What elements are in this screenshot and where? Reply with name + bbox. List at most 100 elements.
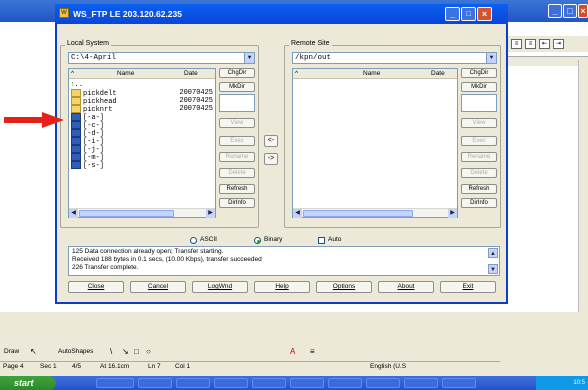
draw-menu[interactable]: Draw (4, 348, 19, 355)
chevron-down-icon[interactable]: ▼ (244, 53, 254, 63)
list-item[interactable]: [-i-] (71, 137, 215, 146)
rename-button[interactable]: Rename (219, 152, 255, 162)
local-file-list[interactable]: ^ Name Date ↑.. pickdelt 20070425 pickhead 2… (68, 68, 216, 218)
scroll-right-icon[interactable]: ▶ (448, 209, 457, 218)
scroll-left-icon[interactable]: ◀ (69, 209, 78, 218)
line-icon[interactable]: \ (110, 347, 112, 356)
taskbar-item[interactable] (290, 378, 324, 388)
local-path-combo[interactable]: C:\4-April ▼ (68, 52, 255, 64)
remote-file-list[interactable]: ^ Name Date ↑..PICKDETL0704251550.c20070… (292, 68, 458, 218)
taskbar-item[interactable] (96, 378, 134, 388)
column-name[interactable]: Name (117, 69, 134, 79)
close-button[interactable]: × (477, 7, 492, 21)
dirinfo-button[interactable]: DirInfo (219, 198, 255, 208)
transfer-to-local-button[interactable]: <- (264, 135, 278, 147)
chevron-down-icon[interactable]: ▼ (488, 264, 498, 274)
refresh-button[interactable]: Refresh (461, 184, 497, 194)
chgdir-button[interactable]: ChgDir (461, 68, 497, 78)
list-item[interactable]: [-c-] (71, 121, 215, 130)
binary-radio[interactable] (254, 237, 261, 244)
filter-input[interactable] (461, 94, 497, 112)
log-line: Received 188 bytes in 0.1 secs, (10.00 K… (72, 256, 262, 263)
chevron-up-icon[interactable]: ▲ (488, 248, 498, 258)
background-vertical-scrollbar[interactable] (578, 60, 588, 328)
start-button[interactable]: start (0, 376, 56, 390)
taskbar-item[interactable] (214, 378, 248, 388)
arrow-tool-icon[interactable]: ↘ (122, 347, 129, 356)
delete-button[interactable]: Delete (461, 168, 497, 178)
view-button[interactable]: View (219, 118, 255, 128)
ascii-radio[interactable] (190, 237, 197, 244)
list-item[interactable]: [-d-] (71, 129, 215, 138)
list-item[interactable]: pickhead 20070425 (71, 97, 215, 106)
ascii-label: ASCII (200, 236, 217, 243)
column-date[interactable]: Date (431, 69, 445, 79)
help-button[interactable]: Help (254, 281, 310, 293)
chevron-down-icon[interactable]: ▼ (486, 53, 496, 63)
view-button[interactable]: View (461, 118, 497, 128)
auto-checkbox[interactable] (318, 237, 325, 244)
taskbar-item[interactable] (404, 378, 438, 388)
list-item[interactable]: [-j-] (71, 145, 215, 154)
cancel-button[interactable]: Cancel (130, 281, 186, 293)
background-close-button[interactable]: × (578, 4, 588, 18)
decrease-indent-icon[interactable]: ⇤ (539, 39, 550, 49)
view-buttons[interactable] (0, 312, 50, 324)
minimize-button[interactable]: _ (445, 7, 460, 21)
delete-button[interactable]: Delete (219, 168, 255, 178)
list-item[interactable]: [-s-] (71, 161, 215, 170)
column-date[interactable]: Date (184, 69, 198, 79)
scroll-right-icon[interactable]: ▶ (206, 209, 215, 218)
taskbar-item[interactable] (176, 378, 210, 388)
background-maximize-button[interactable]: □ (563, 4, 577, 18)
taskbar-item[interactable] (138, 378, 172, 388)
sort-icon[interactable]: ^ (71, 69, 74, 79)
numbering-icon[interactable]: ≡ (525, 39, 536, 49)
maximize-button[interactable]: □ (461, 7, 476, 21)
taskbar-item[interactable] (366, 378, 400, 388)
remote-horizontal-scrollbar[interactable]: ◀ ▶ (293, 208, 457, 218)
remote-path-combo[interactable]: /kpn/out ▼ (292, 52, 497, 64)
taskbar-item[interactable] (252, 378, 286, 388)
rename-button[interactable]: Rename (461, 152, 497, 162)
column-name[interactable]: Name (363, 69, 380, 79)
exec-button[interactable]: Exec (219, 136, 255, 146)
increase-indent-icon[interactable]: ⇥ (553, 39, 564, 49)
list-item[interactable]: [-m-] (71, 153, 215, 162)
scroll-thumb[interactable] (303, 210, 413, 217)
list-item[interactable]: [-a-] (71, 113, 215, 122)
bullets-icon[interactable]: ≡ (511, 39, 522, 49)
autoshapes-menu[interactable]: AutoShapes (58, 348, 93, 355)
sort-icon[interactable]: ^ (295, 69, 298, 79)
close-button[interactable]: Close (68, 281, 124, 293)
oval-icon[interactable]: ○ (146, 347, 151, 356)
system-tray-clock[interactable]: 10:5 (536, 376, 588, 390)
list-item[interactable]: ↑.. (71, 81, 215, 89)
exit-button[interactable]: Exit (440, 281, 496, 293)
transfer-to-remote-button[interactable]: -> (264, 153, 278, 165)
mkdir-button[interactable]: MkDir (461, 82, 497, 92)
taskbar-item[interactable] (442, 378, 476, 388)
local-horizontal-scrollbar[interactable]: ◀ ▶ (69, 208, 215, 218)
list-item[interactable]: pickdelt 20070425 (71, 89, 215, 98)
background-minimize-button[interactable]: _ (548, 4, 562, 18)
filter-input[interactable] (219, 94, 255, 112)
dirinfo-button[interactable]: DirInfo (461, 198, 497, 208)
list-item[interactable]: picknrt 20070425 (71, 105, 215, 114)
scroll-thumb[interactable] (79, 210, 174, 217)
logwnd-button[interactable]: LogWnd (192, 281, 248, 293)
refresh-button[interactable]: Refresh (219, 184, 255, 194)
transfer-log[interactable]: 125 Data connection already open; Transf… (68, 246, 500, 276)
exec-button[interactable]: Exec (461, 136, 497, 146)
rectangle-icon[interactable]: □ (134, 347, 139, 356)
mkdir-button[interactable]: MkDir (219, 82, 255, 92)
about-button[interactable]: About (378, 281, 434, 293)
taskbar-item[interactable] (328, 378, 362, 388)
options-button[interactable]: Options (316, 281, 372, 293)
file-date: 20070425 (179, 89, 213, 97)
select-objects-icon[interactable]: ↖ (30, 347, 37, 356)
scroll-left-icon[interactable]: ◀ (293, 209, 302, 218)
font-color-icon[interactable]: A (290, 347, 295, 356)
chgdir-button[interactable]: ChgDir (219, 68, 255, 78)
line-style-icon[interactable]: ≡ (310, 347, 315, 356)
